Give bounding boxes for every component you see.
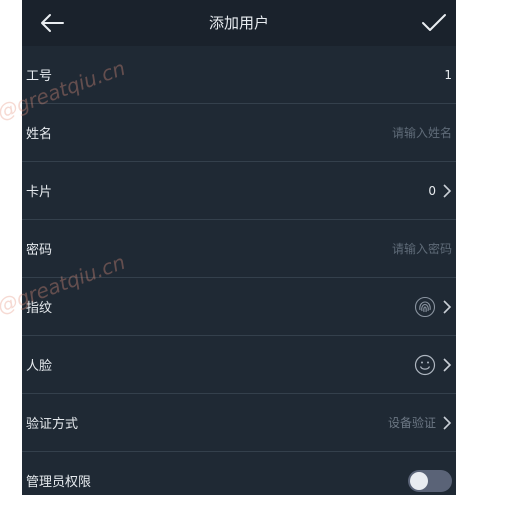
check-icon	[422, 14, 446, 31]
chevron-right-icon	[443, 183, 452, 198]
row-label: 验证方式	[26, 417, 79, 432]
name-input[interactable]: 请输入姓名	[392, 124, 452, 141]
fingerprint-icon	[414, 296, 436, 317]
row-label: 密码	[26, 243, 53, 258]
row-label: 指纹	[26, 301, 53, 316]
user-form-list: 工号 1 姓名 请输入姓名 卡片 0 密码 请输入密码 指纹 人脸 验证方式 设…	[22, 46, 456, 495]
chevron-right-icon	[443, 357, 452, 372]
chevron-right-icon	[443, 299, 452, 314]
row-label: 卡片	[26, 185, 53, 200]
smiley-face-icon	[414, 354, 436, 375]
row-password[interactable]: 密码 请输入密码	[22, 220, 456, 278]
chevron-right-icon	[443, 415, 452, 430]
back-button[interactable]	[34, 6, 70, 40]
row-label: 管理员权限	[26, 475, 92, 490]
page-title: 添加用户	[208, 14, 269, 32]
admin-permission-toggle[interactable]	[408, 469, 452, 492]
password-input[interactable]: 请输入密码	[392, 240, 452, 257]
row-face[interactable]: 人脸	[22, 336, 456, 394]
row-label: 姓名	[26, 127, 53, 142]
verify-method-value: 设备验证	[387, 416, 436, 430]
employee-id-value: 1	[444, 67, 452, 82]
row-employee-id[interactable]: 工号 1	[22, 46, 456, 104]
row-verify-method[interactable]: 验证方式 设备验证	[22, 394, 456, 452]
phone-screen: 添加用户 工号 1 姓名 请输入姓名 卡片 0 密码 请输入密码 指纹 人脸 验…	[22, 0, 456, 495]
row-label: 人脸	[26, 359, 53, 374]
row-name[interactable]: 姓名 请输入姓名	[22, 104, 456, 162]
back-arrow-icon	[41, 14, 64, 32]
top-bar: 添加用户	[22, 0, 456, 46]
toggle-knob	[410, 471, 428, 490]
row-card[interactable]: 卡片 0	[22, 162, 456, 220]
row-admin-permission: 管理员权限	[22, 452, 456, 495]
row-label: 工号	[26, 69, 53, 84]
confirm-button[interactable]	[416, 6, 452, 40]
row-fingerprint[interactable]: 指纹	[22, 278, 456, 336]
card-count: 0	[428, 183, 436, 198]
